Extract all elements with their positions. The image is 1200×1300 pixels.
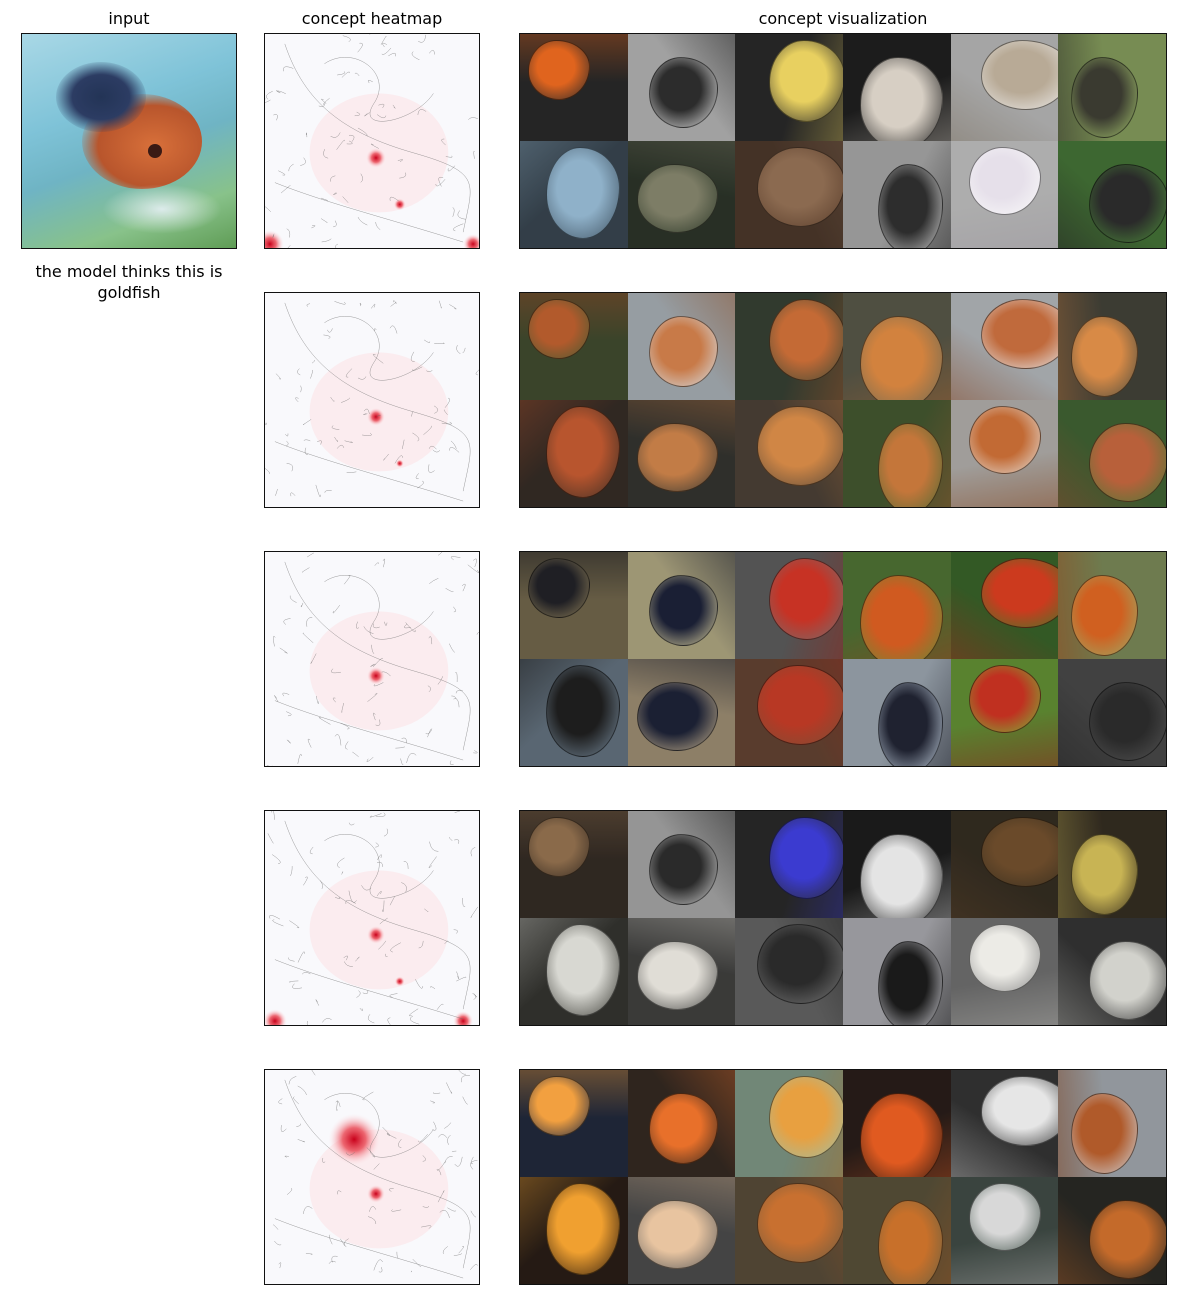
heatmap-activation-spot bbox=[394, 976, 405, 987]
concept-example-image bbox=[520, 34, 628, 141]
heatmap-activation-spot bbox=[367, 925, 385, 944]
concept-example-image bbox=[520, 659, 628, 766]
concept-example-image bbox=[627, 811, 736, 918]
concept-example-image bbox=[950, 293, 1059, 400]
concept-example-image bbox=[842, 1177, 951, 1284]
concept-example-image bbox=[950, 1070, 1059, 1177]
concept-example-image bbox=[627, 1070, 736, 1177]
concept-example-image bbox=[520, 552, 628, 659]
concept-example-image bbox=[627, 659, 736, 766]
concept-example-image bbox=[950, 34, 1059, 141]
input-goldfish-image bbox=[21, 33, 237, 249]
concept-visualization-grid bbox=[519, 1069, 1167, 1285]
concept-heatmap bbox=[264, 1069, 480, 1285]
concept-example-image bbox=[627, 918, 736, 1025]
heatmap-activation-spot bbox=[367, 407, 385, 426]
concept-example-image bbox=[627, 34, 736, 141]
concept-example-image bbox=[842, 552, 951, 659]
concept-example-image bbox=[627, 400, 736, 507]
concept-example-image bbox=[842, 918, 951, 1025]
concept-example-image bbox=[735, 34, 843, 141]
concept-visualization-grid bbox=[519, 33, 1167, 249]
concept-example-image bbox=[842, 141, 951, 248]
concept-example-image bbox=[1058, 918, 1166, 1025]
concept-example-image bbox=[735, 293, 843, 400]
concept-example-image bbox=[950, 400, 1059, 507]
concept-example-image bbox=[842, 293, 951, 400]
concept-example-image bbox=[735, 141, 843, 248]
concept-example-image bbox=[1058, 552, 1166, 659]
heatmap-activation-spot bbox=[366, 147, 386, 168]
concept-visualization-grid bbox=[519, 551, 1167, 767]
concept-example-image bbox=[735, 400, 843, 507]
heatmap-activation-spot bbox=[328, 1113, 380, 1166]
concept-example-image bbox=[1058, 400, 1166, 507]
concept-example-image bbox=[1058, 141, 1166, 248]
heatmap-activation-spot bbox=[265, 1009, 287, 1025]
heatmap-activation-spot bbox=[453, 1011, 474, 1025]
visualization-column-header: concept visualization bbox=[758, 9, 928, 28]
concept-example-image bbox=[520, 1177, 628, 1284]
heatmap-activation-spot bbox=[367, 666, 385, 685]
concept-example-image bbox=[842, 811, 951, 918]
concept-example-image bbox=[950, 552, 1059, 659]
concept-example-image bbox=[842, 1070, 951, 1177]
concept-example-image bbox=[1058, 659, 1166, 766]
concept-example-image bbox=[627, 293, 736, 400]
concept-heatmap bbox=[264, 292, 480, 508]
concept-example-image bbox=[627, 1177, 736, 1284]
concept-example-image bbox=[520, 918, 628, 1025]
concept-example-image bbox=[950, 659, 1059, 766]
concept-example-image bbox=[950, 918, 1059, 1025]
concept-heatmap bbox=[264, 33, 480, 249]
concept-example-image bbox=[520, 811, 628, 918]
concept-example-image bbox=[520, 400, 628, 507]
heatmap-activation-spot bbox=[367, 1184, 385, 1203]
concept-example-image bbox=[520, 141, 628, 248]
concept-example-image bbox=[520, 1070, 628, 1177]
concept-visualization-grid bbox=[519, 292, 1167, 508]
concept-example-image bbox=[950, 141, 1059, 248]
concept-example-image bbox=[1058, 293, 1166, 400]
concept-example-image bbox=[842, 34, 951, 141]
concept-example-image bbox=[735, 918, 843, 1025]
concept-example-image bbox=[1058, 811, 1166, 918]
concept-example-image bbox=[520, 293, 628, 400]
concept-example-image bbox=[627, 141, 736, 248]
concept-example-image bbox=[735, 552, 843, 659]
concept-example-image bbox=[735, 659, 843, 766]
concept-example-image bbox=[735, 1177, 843, 1284]
concept-example-image bbox=[842, 400, 951, 507]
concept-example-image bbox=[1058, 1177, 1166, 1284]
concept-example-image bbox=[1058, 1070, 1166, 1177]
heatmap-activation-spot bbox=[393, 198, 406, 211]
concept-example-image bbox=[950, 811, 1059, 918]
concept-example-image bbox=[950, 1177, 1059, 1284]
heatmap-activation-spot bbox=[463, 234, 479, 248]
concept-visualization-grid bbox=[519, 810, 1167, 1026]
concept-example-image bbox=[1058, 34, 1166, 141]
concept-example-image bbox=[735, 811, 843, 918]
concept-heatmap bbox=[264, 810, 480, 1026]
heatmap-column-header: concept heatmap bbox=[301, 9, 443, 28]
concept-example-image bbox=[735, 1070, 843, 1177]
concept-heatmap bbox=[264, 551, 480, 767]
heatmap-activation-spot bbox=[395, 459, 404, 468]
input-column-header: input bbox=[108, 9, 150, 28]
concept-example-image bbox=[842, 659, 951, 766]
prediction-caption: the model thinks this is goldfish bbox=[35, 262, 223, 302]
concept-example-image bbox=[627, 552, 736, 659]
heatmap-activation-spot bbox=[265, 230, 284, 248]
